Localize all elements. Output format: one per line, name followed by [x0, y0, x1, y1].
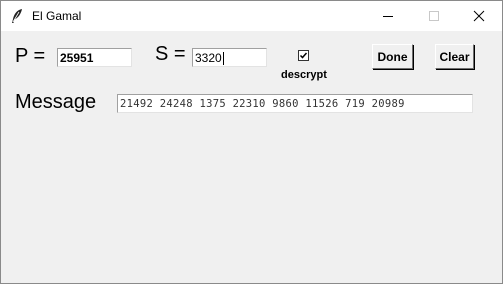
decrypt-checkbox-label: descrypt	[281, 69, 327, 81]
s-input[interactable]: 3320	[192, 48, 267, 67]
checkmark-icon	[299, 52, 308, 59]
close-icon	[473, 10, 485, 22]
maximize-button[interactable]	[411, 1, 457, 31]
text-caret	[222, 52, 224, 66]
title-bar[interactable]: El Gamal	[1, 1, 502, 31]
p-input[interactable]: 25951	[57, 48, 132, 67]
message-label: Message	[15, 91, 97, 113]
s-label: S =	[155, 43, 186, 65]
message-input-value: 21492 24248 1375 22310 9860 11526 719 20…	[120, 98, 405, 110]
feather-icon	[10, 8, 24, 24]
window-title: El Gamal	[32, 9, 82, 23]
decrypt-checkbox[interactable]	[298, 50, 309, 61]
p-input-value: 25951	[60, 51, 94, 65]
clear-button[interactable]: Clear	[435, 44, 474, 69]
p-label: P =	[15, 45, 46, 67]
app-window: El Gamal P = 25951 S = 3320 descrypt Don…	[0, 0, 503, 284]
s-input-value: 3320	[195, 51, 222, 65]
message-input[interactable]: 21492 24248 1375 22310 9860 11526 719 20…	[117, 94, 473, 113]
minimize-button[interactable]	[365, 1, 411, 31]
maximize-icon	[429, 11, 439, 21]
minimize-icon	[383, 16, 393, 17]
close-button[interactable]	[456, 1, 502, 31]
done-button[interactable]: Done	[372, 44, 413, 69]
